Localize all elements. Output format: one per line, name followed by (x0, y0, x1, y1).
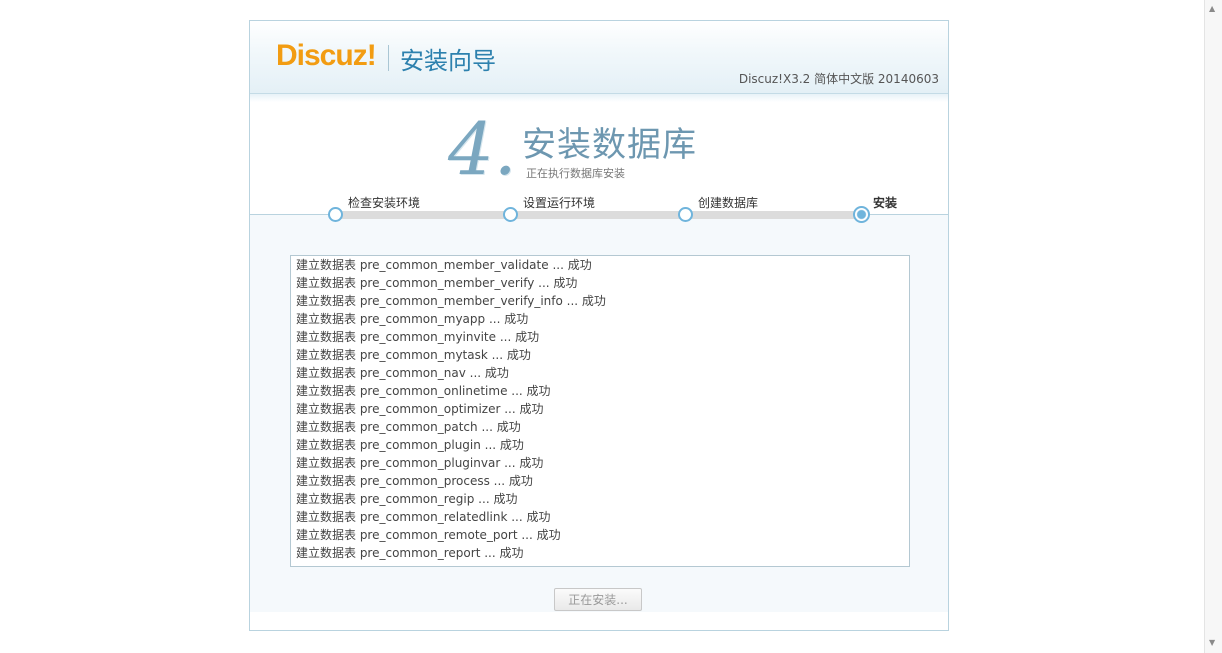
scroll-up-icon[interactable]: ▲ (1209, 4, 1215, 13)
log-line: 建立数据表 pre_common_nav ... 成功 (296, 366, 509, 380)
step-dot-set-env (503, 207, 518, 222)
installing-button[interactable]: 正在安装... (554, 588, 642, 611)
step-dot-create-db (678, 207, 693, 222)
log-line: 建立数据表 pre_common_relatedlink ... 成功 (296, 510, 551, 524)
page-scrollbar[interactable]: ▲ ▼ (1204, 0, 1222, 653)
discuz-logo: Discuz! (276, 39, 377, 72)
step-label-set-env: 设置运行环境 (523, 196, 596, 210)
header: Discuz! 安装向导 Discuz!X3.2 简体中文版 20140603 (250, 21, 948, 94)
log-line: 建立数据表 pre_common_remote_port ... 成功 (296, 528, 561, 542)
step-label-check-env: 检查安装环境 (348, 196, 421, 210)
install-log[interactable]: 建立数据表 pre_common_member_validate ... 成功 … (290, 255, 910, 567)
header-shadow (250, 94, 948, 102)
log-line: 建立数据表 pre_common_mytask ... 成功 (296, 348, 531, 362)
log-line: 建立数据表 pre_common_pluginvar ... 成功 (296, 456, 544, 470)
logo-separator (388, 45, 389, 71)
log-line: 建立数据表 pre_common_optimizer ... 成功 (296, 402, 544, 416)
step-number: 4. (448, 107, 517, 191)
wizard-title: 安装向导 (400, 47, 496, 75)
log-line: 建立数据表 pre_common_patch ... 成功 (296, 420, 521, 434)
step-dot-install (853, 206, 870, 223)
log-line: 建立数据表 pre_common_myinvite ... 成功 (296, 330, 540, 344)
step-label-install: 安装 (873, 196, 898, 210)
log-line: 建立数据表 pre_common_plugin ... 成功 (296, 438, 524, 452)
log-line: 建立数据表 pre_common_member_verify ... 成功 (296, 276, 578, 290)
log-line: 建立数据表 pre_common_member_validate ... 成功 (296, 258, 592, 272)
log-line: 建立数据表 pre_common_regip ... 成功 (296, 492, 518, 506)
log-line: 建立数据表 pre_common_member_verify_info ... … (296, 294, 606, 308)
step-label-create-db: 创建数据库 (698, 196, 759, 210)
installer-window: Discuz! 安装向导 Discuz!X3.2 简体中文版 20140603 … (249, 20, 949, 631)
log-line: 建立数据表 pre_common_report ... 成功 (296, 546, 524, 560)
step-title: 安装数据库 (522, 125, 697, 165)
log-line: 建立数据表 pre_common_process ... 成功 (296, 474, 533, 488)
log-line: 建立数据表 pre_common_myapp ... 成功 (296, 312, 529, 326)
version-label: Discuz!X3.2 简体中文版 20140603 (738, 72, 939, 86)
step-dot-check-env (328, 207, 343, 222)
step-subtitle: 正在执行数据库安装 (526, 167, 625, 180)
log-line: 建立数据表 pre_common_onlinetime ... 成功 (296, 384, 551, 398)
scroll-down-icon[interactable]: ▼ (1209, 638, 1215, 647)
step-track (336, 211, 866, 219)
